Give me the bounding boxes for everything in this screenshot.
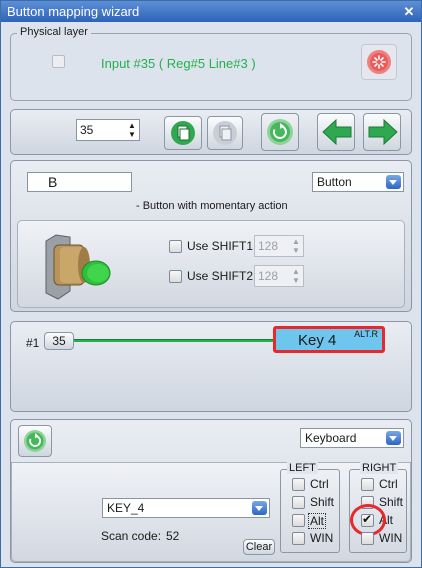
window-title: Button mapping wizard <box>7 4 140 19</box>
previous-button[interactable] <box>317 113 355 151</box>
chevron-down-icon[interactable] <box>386 431 401 445</box>
refresh-icon <box>24 430 46 452</box>
left-arrow-icon <box>322 118 352 146</box>
use-shift1-checkbox[interactable] <box>169 240 182 253</box>
left-win-label: WIN <box>310 531 334 545</box>
physical-layer-panel: Physical layer Input #35 ( Reg#5 Line#3 … <box>10 26 412 101</box>
output-device-select[interactable]: Keyboard <box>300 428 404 448</box>
mapping-panel: #1 35 Key 4 ALT.R <box>10 321 412 412</box>
button-name-value: B <box>48 174 58 190</box>
left-modifiers-group: LEFT Ctrl Shift Alt WIN <box>280 462 340 553</box>
chevron-down-icon[interactable] <box>386 175 401 189</box>
input-number-stepper[interactable]: 35 ▲ ▼ <box>76 119 140 141</box>
close-icon[interactable]: ✕ <box>401 1 417 22</box>
paste-button[interactable] <box>207 116 243 150</box>
button-type-value: Button <box>317 175 352 189</box>
mapping-connector-line <box>74 339 276 342</box>
output-reset-button[interactable] <box>18 425 52 457</box>
use-shift1-label: Use SHIFT1 <box>187 239 254 253</box>
button-name-field[interactable]: B <box>27 172 132 192</box>
use-shift2-checkbox[interactable] <box>169 270 182 283</box>
scan-code-value: 52 <box>166 529 180 543</box>
stepper-arrows-icon[interactable]: ▲ ▼ <box>127 121 137 139</box>
reset-button[interactable] <box>261 113 299 151</box>
button-type-select[interactable]: Button <box>312 172 404 192</box>
button-description: - Button with momentary action <box>136 200 288 212</box>
mapping-input-button[interactable]: 35 <box>44 332 74 350</box>
physical-enable-checkbox <box>52 55 65 68</box>
stepper-arrows-icon[interactable]: ▲ ▼ <box>291 237 301 255</box>
shift1-value: 128 <box>258 239 279 253</box>
right-shift-label: Shift <box>379 495 404 509</box>
chevron-down-icon[interactable] <box>252 501 267 515</box>
mapping-input-number: 35 <box>52 334 66 348</box>
shift1-value-stepper[interactable]: 128 ▲ ▼ <box>254 235 304 257</box>
left-modifiers-legend: LEFT <box>287 462 318 474</box>
button-mapping-window: Button mapping wizard ✕ Physical layer I… <box>0 0 422 568</box>
clear-button[interactable]: Clear <box>243 539 275 555</box>
mapping-index-label: #1 <box>26 336 40 350</box>
shift-options-panel: Use SHIFT1 128 ▲ ▼ Use SHIFT2 128 ▲ ▼ <box>17 220 405 308</box>
left-ctrl-checkbox[interactable] <box>292 478 305 491</box>
left-shift-label: Shift <box>310 495 335 509</box>
right-ctrl-checkbox[interactable] <box>361 478 374 491</box>
input-number-value: 35 <box>80 123 94 137</box>
right-ctrl-label: Ctrl <box>379 477 398 491</box>
copy-button[interactable] <box>164 116 202 150</box>
use-shift2-label: Use SHIFT2 <box>187 269 254 283</box>
shift2-value: 128 <box>258 269 279 283</box>
left-alt-label: Alt <box>308 513 327 529</box>
shift2-value-stepper[interactable]: 128 ▲ ▼ <box>254 265 304 287</box>
left-alt-checkbox[interactable] <box>292 514 305 527</box>
right-modifiers-legend: RIGHT <box>360 462 399 474</box>
copy-icon <box>171 121 195 145</box>
red-indicator-icon <box>367 50 391 74</box>
scan-code-label: Scan code: <box>101 529 162 543</box>
physical-input-text: Input #35 ( Reg#5 Line#3 ) <box>101 56 256 71</box>
paste-icon <box>213 121 237 145</box>
right-win-label: WIN <box>379 531 403 545</box>
clear-button-label: Clear <box>245 541 273 553</box>
output-device-value: Keyboard <box>305 431 357 445</box>
right-arrow-icon <box>368 118 398 146</box>
title-bar: Button mapping wizard ✕ <box>1 1 421 22</box>
physical-layer-legend: Physical layer <box>17 26 91 38</box>
status-indicator-button[interactable] <box>361 44 397 80</box>
stepper-arrows-icon[interactable]: ▲ ▼ <box>291 267 301 285</box>
output-panel: Keyboard KEY_4 Scan code: 52 Clear LEFT … <box>10 419 412 563</box>
right-modifiers-group: RIGHT Ctrl Shift Alt WIN <box>349 462 407 553</box>
push-button-image-icon <box>45 234 111 300</box>
mapped-key-modifier: ALT.R <box>354 329 378 339</box>
mapped-key-label: Key 4 <box>298 332 337 349</box>
right-win-checkbox[interactable] <box>361 532 374 545</box>
refresh-icon <box>267 119 293 145</box>
key-select-value: KEY_4 <box>107 501 145 515</box>
left-ctrl-label: Ctrl <box>310 477 329 491</box>
left-shift-checkbox[interactable] <box>292 496 305 509</box>
button-definition-panel: B Button - Button with momentary action … <box>10 160 412 312</box>
next-button[interactable] <box>363 113 401 151</box>
key-assignment-panel: KEY_4 Scan code: 52 Clear LEFT Ctrl Shif… <box>11 462 411 562</box>
left-win-checkbox[interactable] <box>292 532 305 545</box>
navigation-panel: 35 ▲ ▼ <box>10 109 412 155</box>
mapped-key-box[interactable]: Key 4 ALT.R <box>273 326 385 353</box>
key-select[interactable]: KEY_4 <box>102 498 270 518</box>
